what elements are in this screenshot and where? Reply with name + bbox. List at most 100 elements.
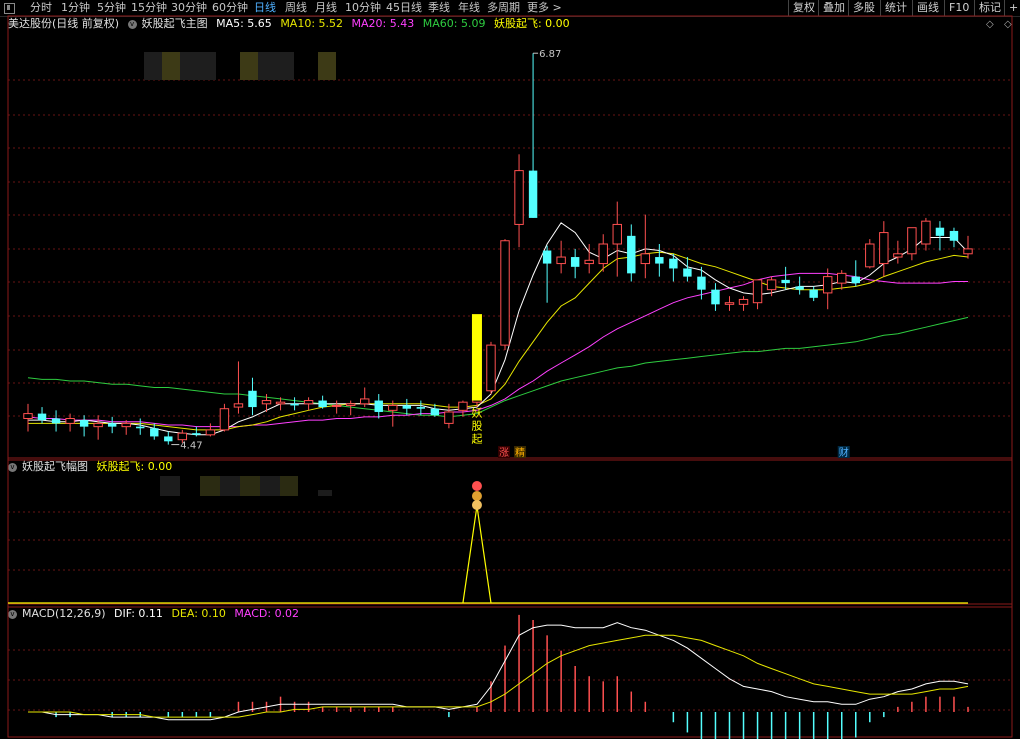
watermark-block	[280, 476, 298, 496]
candle-body-up	[458, 401, 468, 411]
candle-body-up	[598, 243, 608, 265]
candle-body-up	[219, 408, 230, 431]
candle-body-up	[963, 248, 973, 255]
candle-body-up	[640, 253, 651, 265]
candle-body-down	[949, 230, 959, 241]
candle-body-down	[795, 286, 804, 290]
candle-body-up	[921, 220, 931, 245]
candle-body-down	[79, 420, 89, 427]
signal-spike-line	[462, 505, 492, 604]
candle-body-down	[164, 436, 173, 442]
candle-body-down	[416, 407, 426, 409]
macd-dif-line	[28, 622, 969, 721]
candle-body-down	[570, 257, 580, 267]
candle-body-down	[136, 426, 145, 429]
signal-text-char: 股	[471, 420, 482, 433]
candle-body-up	[233, 403, 244, 408]
candle-body-up	[93, 422, 103, 428]
candle-body-up	[205, 429, 216, 436]
candle-body-up	[879, 232, 889, 265]
signal-text-char: 妖	[471, 406, 482, 420]
watermark-block	[258, 52, 276, 80]
candle-body-down	[851, 276, 860, 284]
candle-body-up	[584, 259, 594, 265]
candle-body-down	[669, 258, 678, 269]
candle-body-up	[752, 279, 763, 304]
candle-body-down	[528, 170, 538, 218]
candle-body-up	[23, 413, 33, 419]
candle-body-up	[738, 298, 749, 305]
candle-body-up	[486, 344, 496, 392]
watermark-block	[318, 490, 332, 496]
candle-body-up	[514, 170, 524, 225]
candle-body-up	[556, 256, 566, 265]
tag-jing: 精	[515, 446, 525, 459]
watermark-block	[200, 476, 220, 496]
low-price-label: 4.47	[180, 441, 202, 452]
candle-body-up	[345, 403, 356, 406]
spike-marker-bottom	[471, 500, 482, 510]
candle-body-down	[655, 257, 664, 264]
candle-body-up	[303, 400, 314, 405]
candle-body-up	[724, 302, 735, 305]
watermark-block	[240, 52, 258, 80]
watermark-block	[220, 476, 240, 496]
watermark-block	[240, 476, 260, 496]
candle-body-down	[150, 428, 159, 437]
candle-body-up	[177, 432, 188, 441]
watermark-block	[162, 52, 180, 80]
candle-body-up	[766, 279, 777, 291]
watermark-block	[276, 52, 294, 80]
candle-body-down	[51, 418, 61, 424]
candle-body-up	[893, 253, 903, 258]
main-panel-frame	[7, 15, 1013, 461]
candle-body-up	[275, 401, 286, 405]
candle-body-down	[627, 235, 636, 274]
mid-panel-frame	[7, 457, 1013, 608]
candle-body-up	[907, 227, 917, 255]
tag-zhang: 涨	[499, 447, 509, 459]
watermark-block	[144, 52, 162, 80]
candle-body-down	[542, 250, 552, 264]
candle-body-up	[65, 417, 75, 424]
spike-marker-top	[471, 481, 482, 491]
candle-body-up	[121, 422, 131, 428]
candle-body-up	[388, 404, 398, 411]
candle-body-down	[290, 403, 299, 406]
candle-body-down	[809, 289, 818, 298]
candle-body-down	[318, 400, 327, 408]
candle-body-down	[107, 423, 117, 427]
watermark-block	[160, 476, 180, 496]
candle-body-down	[402, 405, 412, 409]
high-price-label: 6.87	[539, 49, 561, 60]
candle-body-down	[248, 390, 257, 408]
candle-body-down	[374, 400, 383, 412]
watermark-block	[318, 52, 336, 80]
macd-dea-line	[28, 634, 969, 718]
kline-chart[interactable]: 6.87 4.47 妖股起涨精 财	[0, 0, 1020, 739]
candle-body-up	[822, 276, 833, 294]
ma5-line	[28, 222, 969, 436]
candle-body-down	[935, 227, 945, 236]
candle-body-down	[781, 279, 790, 284]
tag-cai: 财	[839, 446, 849, 459]
spike-marker-mid	[471, 491, 482, 501]
candle-body-down	[683, 268, 692, 277]
candle-body-up	[444, 411, 454, 424]
candle-body-up	[837, 272, 847, 284]
candle-body-down	[697, 276, 706, 290]
candle-body-up	[261, 400, 272, 405]
watermark-block	[180, 52, 198, 80]
candle-body-down	[37, 413, 47, 421]
candle-body-up	[865, 243, 875, 268]
candle-body-up	[360, 398, 370, 405]
candle-body-up	[500, 240, 510, 346]
candle-body-up	[612, 223, 622, 245]
candle-body-down	[711, 289, 720, 305]
candle-body-up	[331, 404, 342, 407]
signal-text-char: 起	[471, 433, 482, 446]
watermark-block	[198, 52, 216, 80]
candle-body-down	[192, 433, 201, 435]
candle-body-down	[430, 408, 440, 416]
watermark-block	[260, 476, 280, 496]
